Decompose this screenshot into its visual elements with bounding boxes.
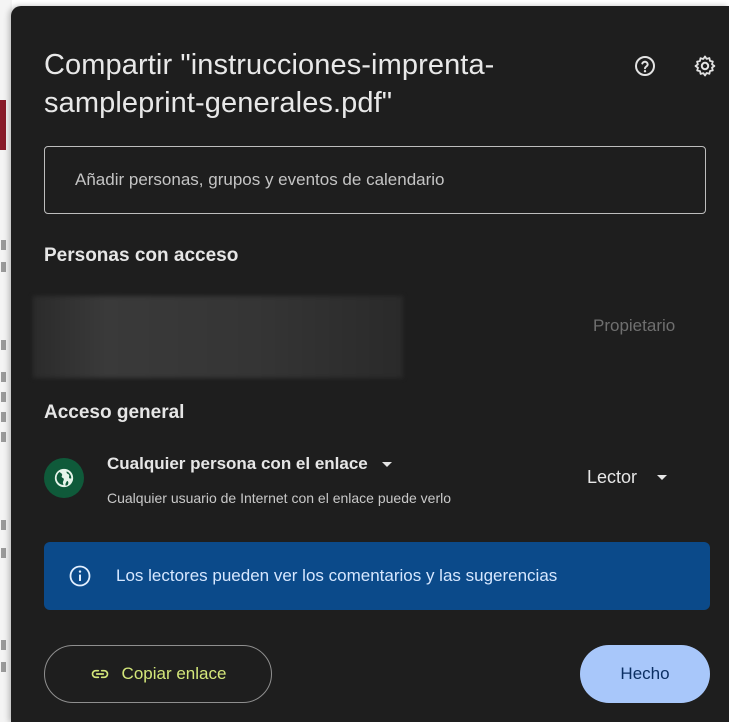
general-access-dropdown[interactable]: Cualquier persona con el enlace bbox=[107, 454, 392, 474]
done-button[interactable]: Hecho bbox=[580, 645, 710, 703]
dialog-title: Compartir "instrucciones-imprenta-sample… bbox=[44, 49, 495, 119]
general-access-icon bbox=[44, 458, 84, 498]
copy-link-label: Copiar enlace bbox=[121, 664, 227, 683]
info-banner: Los lectores pueden ver los comentarios … bbox=[44, 542, 710, 610]
background-text bbox=[1, 262, 6, 272]
help-circle-icon bbox=[635, 56, 655, 76]
gear-icon bbox=[694, 55, 716, 77]
background-text bbox=[1, 372, 6, 382]
role-label: Lector bbox=[587, 467, 638, 487]
chevron-down-icon bbox=[657, 475, 668, 480]
general-access-description: Cualquier usuario de Internet con el enl… bbox=[107, 490, 452, 506]
background-text bbox=[1, 412, 6, 422]
share-dialog: Compartir "instrucciones-imprenta-sample… bbox=[11, 6, 729, 722]
link-icon bbox=[91, 669, 108, 679]
background-text bbox=[1, 548, 6, 558]
role-dropdown[interactable]: Lector bbox=[587, 467, 668, 488]
background-text bbox=[1, 640, 6, 650]
owner-person-row bbox=[33, 296, 403, 378]
background-text bbox=[1, 662, 6, 672]
background-text bbox=[1, 340, 6, 350]
background-text bbox=[1, 240, 6, 250]
background-text bbox=[1, 392, 6, 402]
settings-button[interactable] bbox=[689, 50, 721, 82]
general-access-label: Cualquier persona con el enlace bbox=[107, 454, 368, 473]
background-accent bbox=[0, 100, 6, 150]
info-banner-text: Los lectores pueden ver los comentarios … bbox=[116, 566, 558, 585]
owner-role-label: Propietario bbox=[593, 316, 676, 335]
background-text bbox=[1, 432, 6, 442]
people-with-access-heading: Personas con acceso bbox=[44, 245, 239, 266]
add-people-input[interactable] bbox=[44, 146, 706, 214]
background-text bbox=[1, 520, 6, 530]
info-icon bbox=[69, 565, 91, 587]
globe-icon bbox=[54, 468, 74, 488]
general-access-heading: Acceso general bbox=[44, 402, 185, 423]
help-button[interactable] bbox=[629, 50, 661, 82]
copy-link-button[interactable]: Copiar enlace bbox=[44, 645, 272, 703]
chevron-down-icon bbox=[381, 461, 392, 467]
